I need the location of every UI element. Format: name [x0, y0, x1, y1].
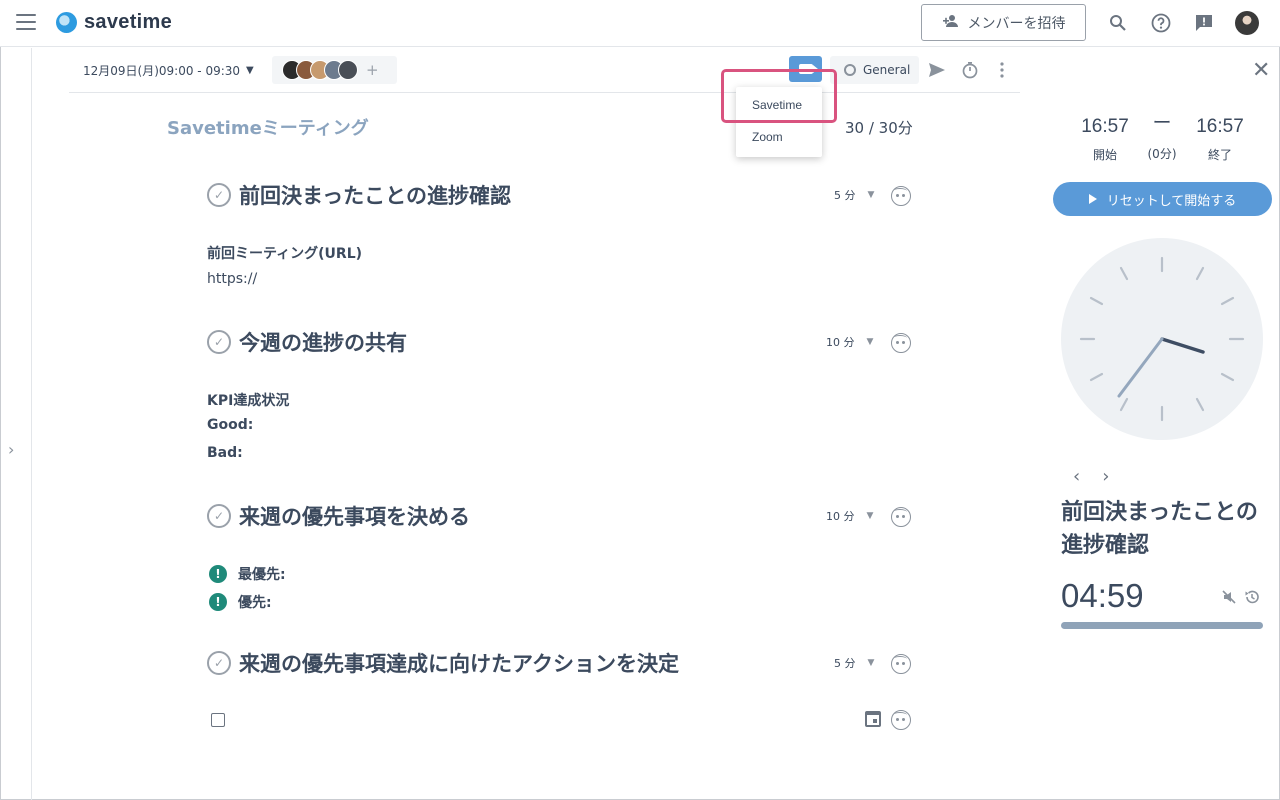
analog-clock — [1061, 238, 1263, 440]
history-icon[interactable] — [1244, 589, 1262, 607]
check-circle-icon[interactable]: ✓ — [207, 183, 231, 207]
start-time: 16:57 — [1081, 116, 1129, 137]
caret-down-icon: ▼ — [867, 658, 875, 668]
agenda-note[interactable]: KPI達成状況 — [207, 390, 289, 410]
hamburger-icon[interactable] — [16, 14, 36, 30]
priority-alert-icon: ! — [209, 565, 227, 583]
close-icon[interactable]: ✕ — [1252, 58, 1270, 83]
video-conference-button[interactable] — [789, 56, 822, 82]
videocam-icon — [798, 64, 818, 74]
end-label: 終了 — [1207, 148, 1232, 162]
conference-dropdown-menu: Savetime Zoom — [736, 87, 822, 157]
agenda-item-heading: ✓ 来週の優先事項を決める — [207, 501, 470, 531]
current-agenda-title: 前回決まったことの進捗確認 — [1061, 500, 1258, 558]
channel-circle-icon — [844, 64, 856, 76]
meeting-time-total: 30 / 30分 — [845, 119, 913, 137]
agenda-note[interactable]: 前回ミーティング(URL) — [207, 243, 362, 263]
caret-down-icon: ▼ — [867, 190, 875, 200]
start-label: 開始 — [1092, 148, 1117, 162]
meeting-toolbar: 12月09日(月)09:00 - 09:30 ▼ + General — [69, 48, 1020, 93]
dash-separator: ー — [1152, 113, 1172, 134]
member-avatars[interactable]: + — [272, 56, 397, 84]
chevron-right-icon[interactable]: › — [8, 440, 14, 459]
person-add-icon — [942, 14, 960, 32]
prev-item-icon[interactable]: ‹ — [1073, 466, 1080, 487]
priority-label: 優先: — [238, 595, 272, 611]
duration-selector[interactable]: 5 分 ▼ — [834, 655, 874, 671]
timer-progress-bar — [1061, 622, 1263, 629]
countdown-timer: 04:59 — [1061, 577, 1144, 614]
stopwatch-icon[interactable] — [960, 60, 980, 80]
duration-label: 10 分 — [826, 336, 855, 349]
agenda-item-title[interactable]: 来週の優先事項を決める — [239, 501, 470, 531]
more-vert-icon[interactable] — [992, 60, 1012, 80]
agenda-item-title[interactable]: 来週の優先事項達成に向けたアクションを決定 — [239, 648, 679, 678]
menu-item-zoom[interactable]: Zoom — [736, 121, 822, 153]
date-time-selector[interactable]: 12月09日(月)09:00 - 09:30 ▼ — [83, 62, 254, 79]
channel-selector[interactable]: General — [830, 56, 919, 84]
reset-and-start-label: リセットして開始する — [1106, 193, 1237, 209]
assignee-face-icon[interactable] — [891, 710, 911, 730]
caret-down-icon: ▼ — [866, 511, 874, 521]
agenda-item-title[interactable]: 前回決まったことの進捗確認 — [239, 180, 511, 210]
agenda-item-title[interactable]: 今週の進捗の共有 — [239, 327, 407, 357]
elapsed-label: (0分) — [1147, 147, 1177, 161]
check-circle-icon[interactable]: ✓ — [207, 330, 231, 354]
end-time-block: 16:57 終了 — [1194, 116, 1246, 163]
add-member-button[interactable]: + — [366, 61, 379, 79]
send-icon[interactable] — [927, 60, 947, 80]
agenda-item-heading: ✓ 来週の優先事項達成に向けたアクションを決定 — [207, 648, 679, 678]
app-logo[interactable]: savetime — [56, 11, 172, 34]
duration-label: 5 分 — [834, 657, 856, 670]
check-circle-icon[interactable]: ✓ — [207, 651, 231, 675]
logo-text: savetime — [84, 11, 173, 33]
channel-label: General — [863, 63, 911, 77]
calendar-icon[interactable] — [865, 711, 881, 727]
duration-selector[interactable]: 10 分 ▼ — [826, 508, 873, 524]
left-rail: › — [0, 48, 32, 800]
agenda-item-heading: ✓ 今週の進捗の共有 — [207, 327, 407, 357]
assignee-face-icon[interactable] — [891, 186, 911, 206]
app-header: savetime メンバーを招待 — [0, 0, 1280, 47]
logo-mark-icon — [56, 12, 77, 33]
agenda-note[interactable]: Bad: — [207, 445, 243, 461]
duration-selector[interactable]: 10 分 ▼ — [826, 334, 873, 350]
check-circle-icon[interactable]: ✓ — [207, 504, 231, 528]
invite-member-label: メンバーを招待 — [967, 15, 1066, 32]
meeting-title[interactable]: Savetimeミーティング — [167, 114, 369, 140]
agenda-note[interactable]: https:// — [207, 271, 257, 287]
member-avatar[interactable] — [338, 60, 358, 80]
reset-and-start-button[interactable]: リセットして開始する — [1053, 182, 1272, 216]
start-time-block: 16:57 開始 — [1079, 116, 1131, 163]
agenda-item-heading: ✓ 前回決まったことの進捗確認 — [207, 180, 511, 210]
todo-checkbox[interactable] — [211, 713, 225, 727]
duration-selector[interactable]: 5 分 ▼ — [834, 187, 874, 203]
priority-label: 最優先: — [238, 567, 286, 583]
play-icon — [1088, 194, 1097, 204]
duration-label: 10 分 — [826, 510, 855, 523]
duration-label: 5 分 — [834, 189, 856, 202]
elapsed-block: ー (0分) — [1142, 108, 1182, 162]
next-item-icon[interactable]: › — [1102, 466, 1109, 487]
caret-down-icon: ▼ — [866, 337, 874, 347]
caret-down-icon: ▼ — [246, 65, 254, 76]
user-avatar[interactable] — [1235, 11, 1259, 35]
end-time: 16:57 — [1196, 116, 1244, 137]
menu-item-savetime[interactable]: Savetime — [736, 89, 822, 121]
priority-item[interactable]: ! 最優先: — [209, 564, 286, 584]
search-icon[interactable] — [1107, 12, 1129, 34]
agenda-note[interactable]: Good: — [207, 417, 253, 433]
invite-member-button[interactable]: メンバーを招待 — [921, 4, 1086, 41]
priority-item[interactable]: ! 優先: — [209, 592, 272, 612]
assignee-face-icon[interactable] — [891, 333, 911, 353]
agenda-nav: ‹ › — [1073, 466, 1131, 487]
mute-icon[interactable] — [1221, 589, 1237, 605]
priority-alert-icon: ! — [209, 593, 227, 611]
feedback-icon[interactable] — [1193, 12, 1215, 34]
assignee-face-icon[interactable] — [891, 654, 911, 674]
help-icon[interactable] — [1150, 12, 1172, 34]
date-time-label: 12月09日(月)09:00 - 09:30 — [83, 64, 241, 78]
assignee-face-icon[interactable] — [891, 507, 911, 527]
